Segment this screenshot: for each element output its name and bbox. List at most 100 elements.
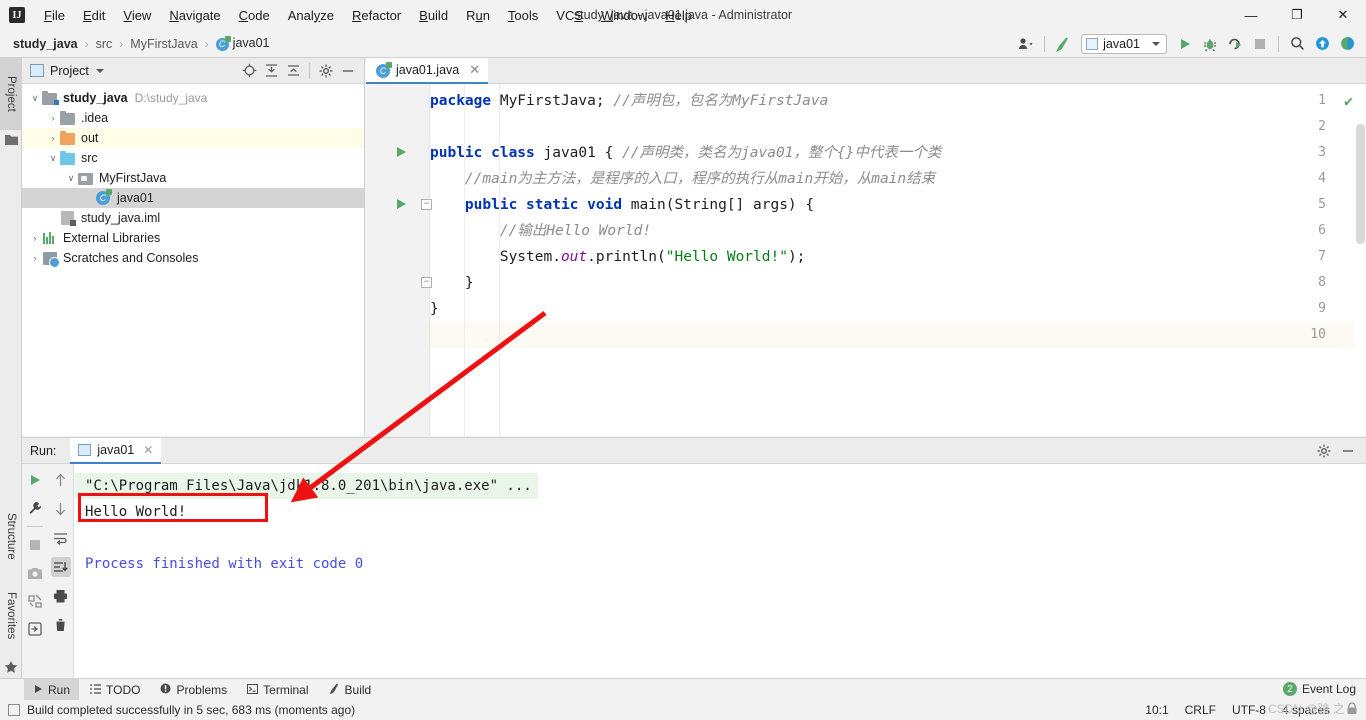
status-message-icon: [8, 704, 20, 716]
toolbar-separator: [1044, 36, 1045, 52]
rerun-icon[interactable]: [25, 470, 45, 490]
menu-item-navigate[interactable]: Navigate: [160, 5, 229, 26]
menu-item-tools[interactable]: Tools: [499, 5, 547, 26]
file-encoding[interactable]: UTF-8: [1232, 703, 1266, 717]
breadcrumb-item-java01[interactable]: Cjava01: [213, 36, 273, 51]
breadcrumb-item-myfirstjava[interactable]: MyFirstJava: [127, 37, 200, 51]
close-icon[interactable]: ✕: [143, 443, 153, 457]
menu-item-run[interactable]: Run: [457, 5, 499, 26]
editor-gutter[interactable]: [366, 84, 430, 436]
user-dropdown-icon[interactable]: [1015, 33, 1037, 55]
menu-item-edit[interactable]: Edit: [74, 5, 114, 26]
gutter-run-icon[interactable]: [397, 147, 406, 157]
sidebar-item-project[interactable]: Project: [0, 58, 22, 130]
settings-wrench-icon[interactable]: [25, 498, 45, 518]
console-output[interactable]: "C:\Program Files\Java\jdk1.8.0_201\bin\…: [75, 464, 1366, 678]
run-with-coverage-icon[interactable]: [1224, 33, 1246, 55]
menu-bar[interactable]: FileEditViewNavigateCodeAnalyzeRefactorB…: [35, 5, 701, 26]
close-button[interactable]: ✕: [1320, 0, 1366, 30]
update-project-icon[interactable]: [1311, 33, 1333, 55]
chevron-down-icon[interactable]: ∨: [64, 173, 78, 184]
menu-item-vcs[interactable]: VCS: [547, 5, 592, 26]
line-separator[interactable]: CRLF: [1185, 703, 1216, 717]
code-editor[interactable]: 12345−678−910 package MyFirstJava; //声明包…: [366, 84, 1366, 436]
debug-icon[interactable]: [1199, 33, 1221, 55]
breadcrumb-item-src[interactable]: src: [93, 37, 116, 51]
tree-node-src[interactable]: ∨src: [22, 148, 364, 168]
chevron-right-icon[interactable]: ›: [46, 113, 60, 123]
chevron-down-icon[interactable]: [96, 69, 104, 73]
breadcrumb[interactable]: study_java›src›MyFirstJava›Cjava01: [0, 36, 273, 51]
menu-item-window[interactable]: Window: [592, 5, 656, 26]
soft-wrap-icon[interactable]: [51, 528, 71, 548]
event-log-button[interactable]: 2 Event Log: [1283, 682, 1356, 696]
lock-icon[interactable]: [1346, 702, 1358, 718]
trash-icon[interactable]: [51, 615, 71, 635]
hide-icon[interactable]: [338, 61, 358, 81]
up-arrow-icon[interactable]: [51, 470, 71, 490]
tree-node-java01[interactable]: Cjava01: [22, 188, 364, 208]
chevron-right-icon[interactable]: ›: [46, 133, 60, 143]
tree-node-external-libraries[interactable]: ›External Libraries: [22, 228, 364, 248]
bottom-tab-todo[interactable]: TODO: [81, 679, 149, 701]
menu-item-view[interactable]: View: [114, 5, 160, 26]
menu-item-code[interactable]: Code: [230, 5, 279, 26]
down-arrow-icon[interactable]: [51, 499, 71, 519]
caret-position[interactable]: 10:1: [1145, 703, 1168, 717]
tree-node-myfirstjava[interactable]: ∨MyFirstJava: [22, 168, 364, 188]
menu-item-refactor[interactable]: Refactor: [343, 5, 410, 26]
editor-scrollbar[interactable]: [1354, 84, 1366, 436]
chevron-down-icon[interactable]: ∨: [46, 153, 60, 164]
idea-helper-icon[interactable]: [1336, 33, 1358, 55]
build-hammer-icon[interactable]: [1052, 33, 1074, 55]
bottom-tab-build[interactable]: Build: [320, 679, 381, 701]
chevron-down-icon[interactable]: ∨: [28, 93, 42, 104]
project-tree[interactable]: ∨study_javaD:\study_java›.idea›out∨src∨M…: [22, 84, 364, 268]
camera-icon[interactable]: [25, 563, 45, 583]
tree-node-scratches-and-consoles[interactable]: ›Scratches and Consoles: [22, 248, 364, 268]
tab-java01-java[interactable]: C java01.java ✕: [366, 58, 488, 84]
sidebar-item-structure[interactable]: Structure: [0, 496, 22, 576]
breadcrumb-item-study_java[interactable]: study_java: [10, 37, 81, 51]
close-icon[interactable]: ✕: [469, 62, 480, 78]
restore-layout-icon[interactable]: [25, 591, 45, 611]
locate-icon[interactable]: [239, 61, 259, 81]
bottom-tab-run[interactable]: Run: [24, 679, 79, 701]
bottom-tab-terminal[interactable]: Terminal: [238, 679, 317, 701]
tree-node-out[interactable]: ›out: [22, 128, 364, 148]
gear-icon[interactable]: [316, 61, 336, 81]
export-icon[interactable]: [25, 619, 45, 639]
run-configuration-selector[interactable]: java01: [1081, 34, 1167, 54]
minimize-button[interactable]: —: [1228, 0, 1274, 30]
scroll-to-end-icon[interactable]: [51, 557, 71, 577]
hide-icon[interactable]: [1338, 441, 1358, 461]
package-icon: [78, 173, 93, 185]
inspection-status-icon[interactable]: ✔: [1344, 92, 1353, 110]
editor-scrollbar-thumb[interactable]: [1356, 124, 1365, 244]
gutter-run-icon[interactable]: [397, 199, 406, 209]
bottom-tool-bar[interactable]: RunTODOProblemsTerminalBuild: [0, 678, 1366, 700]
menu-item-build[interactable]: Build: [410, 5, 457, 26]
class-icon: C: [96, 191, 110, 205]
print-icon[interactable]: [51, 586, 71, 606]
menu-item-analyze[interactable]: Analyze: [279, 5, 343, 26]
tree-node-icon: [42, 90, 58, 106]
bottom-tab-problems[interactable]: Problems: [151, 679, 236, 701]
sidebar-item-favorites[interactable]: Favorites: [0, 576, 22, 656]
run-tab-label: java01: [97, 443, 134, 457]
menu-item-help[interactable]: Help: [656, 5, 701, 26]
tree-node-study_java-iml[interactable]: study_java.iml: [22, 208, 364, 228]
chevron-right-icon[interactable]: ›: [28, 233, 42, 243]
search-everywhere-icon[interactable]: [1286, 33, 1308, 55]
indent-setting[interactable]: 4 spaces: [1282, 703, 1330, 717]
chevron-right-icon[interactable]: ›: [28, 253, 42, 263]
menu-item-file[interactable]: File: [35, 5, 74, 26]
gear-icon[interactable]: [1314, 441, 1334, 461]
tree-node-study_java[interactable]: ∨study_javaD:\study_java: [22, 88, 364, 108]
expand-all-icon[interactable]: [261, 61, 281, 81]
tree-node--idea[interactable]: ›.idea: [22, 108, 364, 128]
collapse-all-icon[interactable]: [283, 61, 303, 81]
run-icon[interactable]: [1174, 33, 1196, 55]
run-tab-java01[interactable]: java01 ✕: [70, 438, 161, 464]
maximize-button[interactable]: ❐: [1274, 0, 1320, 30]
